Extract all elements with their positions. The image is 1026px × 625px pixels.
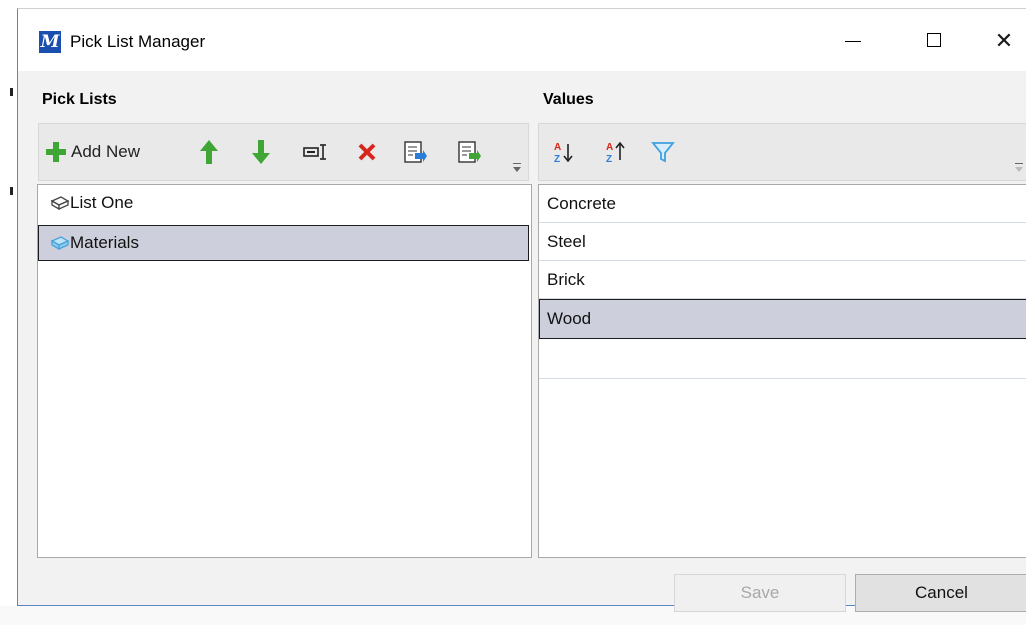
svg-text:A: A xyxy=(554,142,561,153)
list-item[interactable]: List One xyxy=(38,185,531,221)
import-icon xyxy=(404,141,427,163)
values-header: Values xyxy=(543,91,594,108)
desktop-background-left xyxy=(0,0,17,625)
micro-app-icon: M xyxy=(39,31,61,53)
value-label: Wood xyxy=(547,309,592,328)
list-item-label: List One xyxy=(70,193,134,212)
title-bar[interactable]: M Pick List Manager ✕ xyxy=(18,9,1026,71)
svg-text:Z: Z xyxy=(554,154,560,164)
list-item-selected[interactable]: Materials xyxy=(38,225,529,261)
value-label: Steel xyxy=(547,231,586,251)
svg-text:A: A xyxy=(606,142,613,153)
minimize-button[interactable] xyxy=(829,25,875,57)
desktop-mark xyxy=(10,187,13,195)
desktop-mark xyxy=(10,88,13,96)
pick-lists-header: Pick Lists xyxy=(42,91,117,108)
value-row[interactable]: Steel xyxy=(539,223,1026,261)
value-row[interactable]: Brick xyxy=(539,261,1026,299)
values-toolbar: A Z A Z xyxy=(538,123,1026,181)
sort-descending-button[interactable]: A Z xyxy=(605,124,627,180)
pick-lists-toolbar: Add New xyxy=(38,123,529,181)
sort-ascending-icon: A Z xyxy=(554,142,573,164)
cancel-button[interactable]: Cancel xyxy=(855,574,1026,612)
list-item-label: Materials xyxy=(70,233,139,252)
close-button[interactable]: ✕ xyxy=(981,25,1026,57)
export-button[interactable] xyxy=(457,124,481,180)
import-button[interactable] xyxy=(403,124,427,180)
list-icon xyxy=(50,236,70,251)
filter-button[interactable] xyxy=(651,124,675,180)
values-toolbar-overflow-icon[interactable] xyxy=(1015,163,1023,172)
maximize-button[interactable] xyxy=(911,25,957,57)
add-new-label: Add New xyxy=(71,142,140,161)
list-icon xyxy=(50,196,70,211)
value-label: Brick xyxy=(547,269,585,289)
window-title: Pick List Manager xyxy=(70,32,206,51)
move-up-button[interactable] xyxy=(199,124,219,180)
values-list: Concrete Steel Brick Wood xyxy=(538,184,1026,558)
save-button[interactable]: Save xyxy=(674,574,846,612)
move-down-button[interactable] xyxy=(251,124,271,180)
export-icon xyxy=(458,141,481,163)
sort-descending-icon: A Z xyxy=(606,141,625,164)
toolbar-overflow-icon[interactable] xyxy=(513,163,521,172)
svg-text:Z: Z xyxy=(606,154,612,164)
value-row-selected[interactable]: Wood xyxy=(539,299,1026,339)
rename-icon xyxy=(303,144,326,160)
delete-button[interactable] xyxy=(357,124,377,180)
delete-icon xyxy=(358,143,376,161)
value-row-new[interactable] xyxy=(539,339,1026,379)
sort-ascending-button[interactable]: A Z xyxy=(553,124,575,180)
close-icon: ✕ xyxy=(994,28,1014,53)
add-new-button[interactable]: Add New xyxy=(45,124,140,180)
pick-lists-list: List One Materials xyxy=(37,184,532,558)
plus-icon xyxy=(46,142,66,162)
value-label: Concrete xyxy=(547,193,616,213)
arrow-down-icon xyxy=(252,140,270,164)
rename-button[interactable] xyxy=(303,124,329,180)
value-row[interactable]: Concrete xyxy=(539,185,1026,223)
filter-icon xyxy=(651,142,675,163)
pick-list-manager-dialog: M Pick List Manager ✕ Pick Lists Add New xyxy=(17,8,1026,612)
arrow-up-icon xyxy=(200,140,218,164)
